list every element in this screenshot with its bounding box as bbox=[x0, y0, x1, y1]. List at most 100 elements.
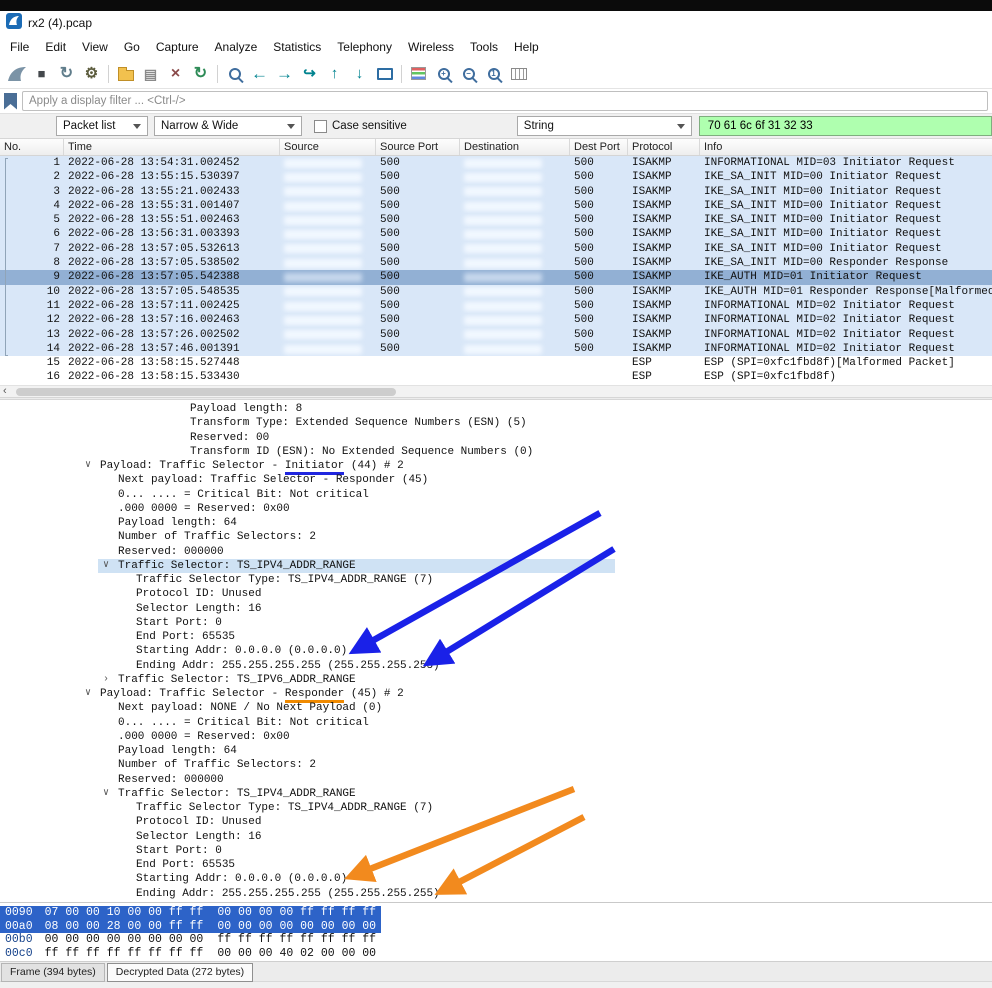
detail-line[interactable]: Protocol ID: Unused bbox=[0, 587, 992, 601]
detail-line[interactable]: Payload length: 64 bbox=[0, 744, 992, 758]
scroll-left-icon[interactable]: ‹ bbox=[3, 385, 7, 397]
detail-line[interactable]: Transform Type: Extended Sequence Number… bbox=[0, 416, 992, 430]
search-domain-select[interactable]: Packet list bbox=[56, 116, 148, 136]
column-header-no-[interactable]: No. bbox=[0, 139, 64, 155]
detail-line[interactable]: ∨Payload: Traffic Selector - Responder (… bbox=[0, 687, 992, 701]
detail-line[interactable]: ∨Payload: Traffic Selector - Initiator (… bbox=[0, 459, 992, 473]
detail-line[interactable]: Next payload: NONE / No Next Payload (0) bbox=[0, 701, 992, 715]
packet-row-14[interactable]: 142022-06-28 13:57:46.001391500500ISAKMP… bbox=[0, 342, 992, 356]
hex-row-00b0[interactable]: 00b000 00 00 00 00 00 00 00ff ff ff ff f… bbox=[0, 933, 381, 947]
column-header-info[interactable]: Info bbox=[700, 139, 992, 155]
detail-line[interactable]: Number of Traffic Selectors: 2 bbox=[0, 530, 992, 544]
packet-row-9[interactable]: 92022-06-28 13:57:05.542388500500ISAKMPI… bbox=[0, 270, 992, 284]
column-header-protocol[interactable]: Protocol bbox=[628, 139, 700, 155]
packet-row-13[interactable]: 132022-06-28 13:57:26.002502500500ISAKMP… bbox=[0, 328, 992, 342]
find-input[interactable]: 70 61 6c 6f 31 32 33 bbox=[699, 116, 992, 136]
capture-start-icon[interactable] bbox=[4, 62, 29, 86]
detail-line[interactable]: Ending Addr: 255.255.255.255 (255.255.25… bbox=[0, 887, 992, 901]
menu-analyze[interactable]: Analyze bbox=[207, 37, 266, 57]
packet-row-15[interactable]: 152022-06-28 13:58:15.527448ESPESP (SPI=… bbox=[0, 356, 992, 370]
packet-row-6[interactable]: 62022-06-28 13:56:31.003393500500ISAKMPI… bbox=[0, 227, 992, 241]
menu-edit[interactable]: Edit bbox=[37, 37, 74, 57]
go-to-packet-icon[interactable]: ↪ bbox=[297, 62, 322, 86]
detail-line[interactable]: Traffic Selector Type: TS_IPV4_ADDR_RANG… bbox=[0, 801, 992, 815]
collapse-icon[interactable]: ∨ bbox=[103, 787, 109, 801]
detail-line[interactable]: Selector Length: 16 bbox=[0, 602, 992, 616]
go-forward-icon[interactable]: → bbox=[272, 62, 297, 86]
detail-line[interactable]: 0... .... = Critical Bit: Not critical bbox=[0, 716, 992, 730]
byte-view-tab[interactable]: Decrypted Data (272 bytes) bbox=[107, 963, 253, 982]
display-filter-input[interactable]: Apply a display filter ... <Ctrl-/> bbox=[22, 91, 988, 111]
column-header-dest-port[interactable]: Dest Port bbox=[570, 139, 628, 155]
detail-line[interactable]: Starting Addr: 0.0.0.0 (0.0.0.0) bbox=[0, 644, 992, 658]
resize-columns-icon[interactable] bbox=[506, 62, 531, 86]
close-file-icon[interactable]: × bbox=[163, 62, 188, 86]
detail-line[interactable]: Reserved: 00 bbox=[0, 431, 992, 445]
collapse-icon[interactable]: ∨ bbox=[103, 559, 109, 573]
packet-row-10[interactable]: 102022-06-28 13:57:05.548535500500ISAKMP… bbox=[0, 285, 992, 299]
detail-line[interactable]: Reserved: 000000 bbox=[0, 545, 992, 559]
packet-row-8[interactable]: 82022-06-28 13:57:05.538502500500ISAKMPI… bbox=[0, 256, 992, 270]
detail-line[interactable]: .000 0000 = Reserved: 0x00 bbox=[0, 730, 992, 744]
hex-row-0090[interactable]: 009007 00 00 10 00 00 ff ff00 00 00 00 f… bbox=[0, 906, 381, 920]
hex-row-00a0[interactable]: 00a008 00 00 28 00 00 ff ff00 00 00 00 0… bbox=[0, 920, 381, 934]
packet-row-4[interactable]: 42022-06-28 13:55:31.001407500500ISAKMPI… bbox=[0, 199, 992, 213]
char-width-select[interactable]: Narrow & Wide bbox=[154, 116, 302, 136]
packet-row-11[interactable]: 112022-06-28 13:57:11.002425500500ISAKMP… bbox=[0, 299, 992, 313]
column-header-time[interactable]: Time bbox=[64, 139, 280, 155]
packet-list-hscrollbar[interactable]: ‹ bbox=[0, 385, 992, 397]
detail-line[interactable]: Next payload: Traffic Selector - Respond… bbox=[0, 473, 992, 487]
detail-line[interactable]: ∨Traffic Selector: TS_IPV4_ADDR_RANGE bbox=[0, 559, 992, 573]
detail-line[interactable]: 0... .... = Critical Bit: Not critical bbox=[0, 488, 992, 502]
reload-icon[interactable]: ↻ bbox=[188, 62, 213, 86]
go-top-icon[interactable]: ↑ bbox=[322, 62, 347, 86]
column-header-source[interactable]: Source bbox=[280, 139, 376, 155]
collapse-icon[interactable]: ∨ bbox=[85, 459, 91, 473]
capture-stop-icon[interactable]: ■ bbox=[29, 62, 54, 86]
packet-row-5[interactable]: 52022-06-28 13:55:51.002463500500ISAKMPI… bbox=[0, 213, 992, 227]
detail-line[interactable]: Selector Length: 16 bbox=[0, 830, 992, 844]
menu-wireless[interactable]: Wireless bbox=[400, 37, 462, 57]
detail-line[interactable]: End Port: 65535 bbox=[0, 630, 992, 644]
detail-line[interactable]: End Port: 65535 bbox=[0, 858, 992, 872]
case-sensitive-checkbox[interactable]: Case sensitive bbox=[314, 120, 407, 133]
packet-row-16[interactable]: 162022-06-28 13:58:15.533430ESPESP (SPI=… bbox=[0, 370, 992, 384]
collapse-icon[interactable]: ∨ bbox=[85, 687, 91, 701]
capture-options-icon[interactable]: ⚙ bbox=[79, 62, 104, 86]
packet-row-3[interactable]: 32022-06-28 13:55:21.002433500500ISAKMPI… bbox=[0, 185, 992, 199]
detail-line[interactable]: Starting Addr: 0.0.0.0 (0.0.0.0) bbox=[0, 872, 992, 886]
byte-view-tab[interactable]: Frame (394 bytes) bbox=[1, 963, 105, 982]
colorize-icon[interactable] bbox=[406, 62, 431, 86]
detail-line[interactable]: Protocol ID: Unused bbox=[0, 815, 992, 829]
detail-line[interactable]: Ending Addr: 255.255.255.255 (255.255.25… bbox=[0, 659, 992, 673]
menu-telephony[interactable]: Telephony bbox=[329, 37, 400, 57]
detail-line[interactable]: Number of Traffic Selectors: 2 bbox=[0, 758, 992, 772]
zoom-out-icon[interactable]: − bbox=[456, 62, 481, 86]
detail-line[interactable]: Start Port: 0 bbox=[0, 616, 992, 630]
detail-line[interactable]: .000 0000 = Reserved: 0x00 bbox=[0, 502, 992, 516]
menu-help[interactable]: Help bbox=[506, 37, 547, 57]
hex-row-00c0[interactable]: 00c0ff ff ff ff ff ff ff ff00 00 00 40 0… bbox=[0, 947, 381, 961]
detail-line[interactable]: Transform ID (ESN): No Extended Sequence… bbox=[0, 445, 992, 459]
menu-go[interactable]: Go bbox=[116, 37, 148, 57]
detail-line[interactable]: Traffic Selector Type: TS_IPV4_ADDR_RANG… bbox=[0, 573, 992, 587]
detail-line[interactable]: Start Port: 0 bbox=[0, 844, 992, 858]
packet-row-7[interactable]: 72022-06-28 13:57:05.532613500500ISAKMPI… bbox=[0, 242, 992, 256]
save-file-icon[interactable]: ▤ bbox=[138, 62, 163, 86]
zoom-original-icon[interactable]: 1 bbox=[481, 62, 506, 86]
search-type-select[interactable]: String bbox=[517, 116, 692, 136]
detail-line[interactable]: Payload length: 8 bbox=[0, 402, 992, 416]
column-header-destination[interactable]: Destination bbox=[460, 139, 570, 155]
menu-file[interactable]: File bbox=[2, 37, 37, 57]
detail-line[interactable]: ∨Traffic Selector: TS_IPV4_ADDR_RANGE bbox=[0, 787, 992, 801]
detail-line[interactable]: Reserved: 000000 bbox=[0, 773, 992, 787]
menu-view[interactable]: View bbox=[74, 37, 116, 57]
go-bottom-icon[interactable]: ↓ bbox=[347, 62, 372, 86]
packet-row-1[interactable]: 12022-06-28 13:54:31.002452500500ISAKMPI… bbox=[0, 156, 992, 170]
packet-row-12[interactable]: 122022-06-28 13:57:16.002463500500ISAKMP… bbox=[0, 313, 992, 327]
auto-scroll-icon[interactable] bbox=[372, 62, 397, 86]
go-back-icon[interactable]: ← bbox=[247, 62, 272, 86]
scrollbar-thumb[interactable] bbox=[16, 388, 396, 396]
packet-row-2[interactable]: 22022-06-28 13:55:15.530397500500ISAKMPI… bbox=[0, 170, 992, 184]
expand-icon[interactable]: › bbox=[103, 673, 109, 687]
